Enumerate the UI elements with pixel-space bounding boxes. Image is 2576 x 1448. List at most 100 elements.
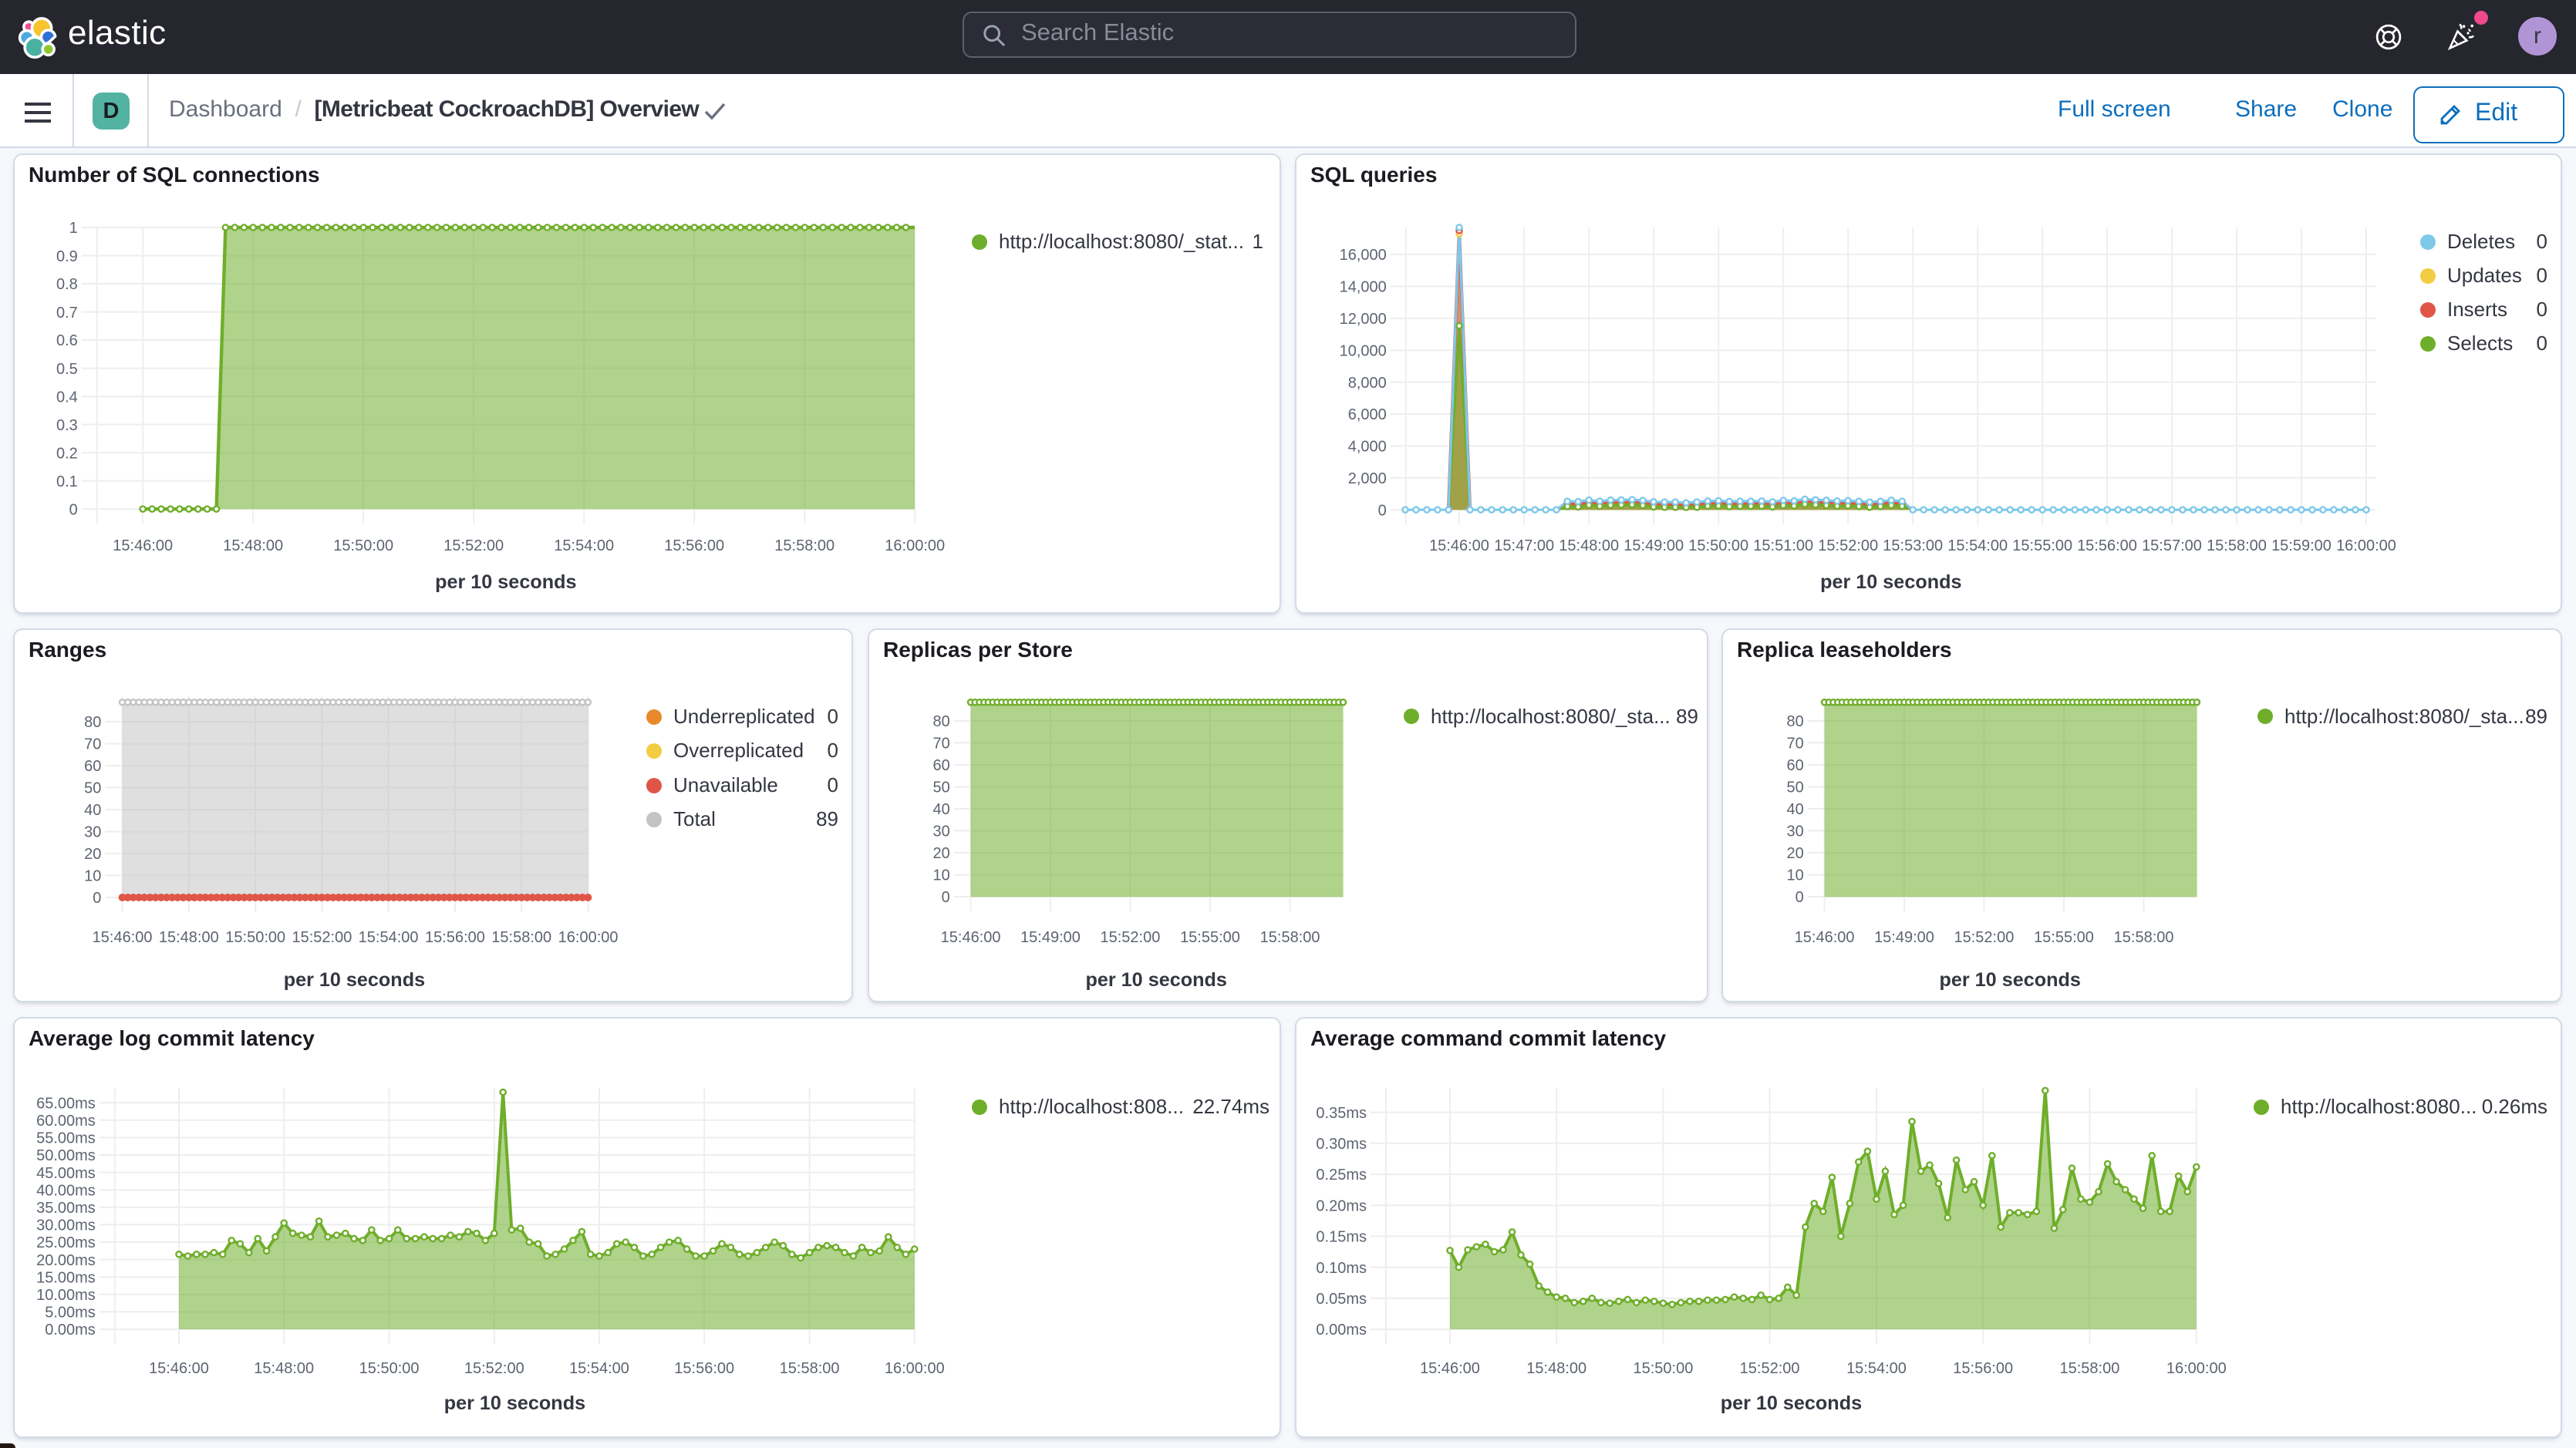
svg-text:50.00ms: 50.00ms: [36, 1147, 96, 1164]
svg-text:40: 40: [933, 801, 950, 818]
svg-text:10: 10: [84, 868, 101, 885]
svg-text:70: 70: [1787, 736, 1804, 753]
svg-text:15:48:00: 15:48:00: [159, 929, 219, 946]
svg-text:0.5: 0.5: [56, 361, 78, 378]
svg-text:15:48:00: 15:48:00: [223, 537, 283, 554]
svg-text:15:46:00: 15:46:00: [1420, 1360, 1480, 1377]
svg-text:0: 0: [69, 501, 78, 518]
svg-text:20.00ms: 20.00ms: [36, 1252, 96, 1269]
svg-text:0.30ms: 0.30ms: [1316, 1136, 1367, 1153]
svg-text:0.05ms: 0.05ms: [1316, 1291, 1367, 1308]
svg-text:15:50:00: 15:50:00: [1688, 537, 1748, 554]
svg-text:0.4: 0.4: [56, 389, 78, 406]
svg-text:16:00:00: 16:00:00: [885, 1360, 945, 1377]
svg-text:15:52:00: 15:52:00: [1954, 929, 2014, 946]
svg-text:per 10 seconds: per 10 seconds: [1721, 1392, 1862, 1414]
svg-text:35.00ms: 35.00ms: [36, 1200, 96, 1217]
svg-text:15:56:00: 15:56:00: [2077, 537, 2137, 554]
svg-text:15:49:00: 15:49:00: [1623, 537, 1684, 554]
svg-text:15:54:00: 15:54:00: [554, 537, 614, 554]
svg-text:15:50:00: 15:50:00: [333, 537, 393, 554]
svg-text:15:50:00: 15:50:00: [1633, 1360, 1693, 1377]
svg-text:20: 20: [84, 846, 101, 863]
svg-text:0: 0: [93, 890, 101, 907]
svg-text:15:58:00: 15:58:00: [774, 537, 835, 554]
svg-text:0.7: 0.7: [56, 305, 78, 322]
svg-text:15:46:00: 15:46:00: [1429, 537, 1489, 554]
svg-text:15:55:00: 15:55:00: [1180, 929, 1240, 946]
svg-text:25.00ms: 25.00ms: [36, 1234, 96, 1251]
svg-text:0.15ms: 0.15ms: [1316, 1229, 1367, 1246]
svg-text:15:58:00: 15:58:00: [491, 929, 551, 946]
svg-text:60: 60: [933, 757, 950, 774]
svg-text:15:46:00: 15:46:00: [941, 929, 1001, 946]
svg-text:0.2: 0.2: [56, 445, 78, 462]
svg-text:60: 60: [84, 758, 101, 775]
svg-text:15:52:00: 15:52:00: [1818, 537, 1878, 554]
svg-text:80: 80: [1787, 713, 1804, 730]
svg-text:15:55:00: 15:55:00: [2012, 537, 2072, 554]
svg-text:1: 1: [69, 220, 78, 237]
svg-text:per 10 seconds: per 10 seconds: [1939, 969, 2080, 991]
svg-text:80: 80: [84, 714, 101, 731]
svg-text:15:48:00: 15:48:00: [1559, 537, 1619, 554]
svg-text:0: 0: [1795, 889, 1804, 906]
svg-text:15:52:00: 15:52:00: [292, 929, 352, 946]
svg-text:15:48:00: 15:48:00: [1526, 1360, 1586, 1377]
svg-text:0: 0: [942, 889, 950, 906]
svg-text:50: 50: [1787, 780, 1804, 796]
svg-text:15:54:00: 15:54:00: [569, 1360, 629, 1377]
svg-text:30.00ms: 30.00ms: [36, 1217, 96, 1234]
svg-text:2,000: 2,000: [1348, 470, 1387, 487]
svg-text:15:54:00: 15:54:00: [359, 929, 419, 946]
svg-text:15:48:00: 15:48:00: [254, 1360, 314, 1377]
svg-text:per 10 seconds: per 10 seconds: [435, 571, 576, 593]
svg-text:15:50:00: 15:50:00: [359, 1360, 420, 1377]
svg-text:20: 20: [933, 845, 950, 862]
svg-text:0.00ms: 0.00ms: [45, 1322, 96, 1339]
svg-text:10: 10: [1787, 867, 1804, 884]
svg-text:50: 50: [933, 780, 950, 796]
svg-text:14,000: 14,000: [1340, 279, 1387, 296]
svg-text:0.3: 0.3: [56, 417, 78, 434]
svg-text:15:50:00: 15:50:00: [225, 929, 285, 946]
svg-text:55.00ms: 55.00ms: [36, 1130, 96, 1147]
svg-text:0.35ms: 0.35ms: [1316, 1105, 1367, 1122]
svg-text:10.00ms: 10.00ms: [36, 1287, 96, 1304]
svg-text:15:52:00: 15:52:00: [443, 537, 504, 554]
svg-text:15:52:00: 15:52:00: [1740, 1360, 1800, 1377]
svg-text:60: 60: [1787, 757, 1804, 774]
svg-text:15:46:00: 15:46:00: [113, 537, 173, 554]
svg-text:70: 70: [933, 736, 950, 753]
svg-text:4,000: 4,000: [1348, 439, 1387, 456]
svg-text:15:58:00: 15:58:00: [2059, 1360, 2119, 1377]
svg-text:15:46:00: 15:46:00: [1795, 929, 1855, 946]
svg-text:15:57:00: 15:57:00: [2142, 537, 2202, 554]
svg-text:40: 40: [84, 802, 101, 819]
svg-text:0.9: 0.9: [56, 248, 78, 265]
svg-text:15:46:00: 15:46:00: [149, 1360, 209, 1377]
svg-text:15:51:00: 15:51:00: [1753, 537, 1813, 554]
svg-text:15:52:00: 15:52:00: [1100, 929, 1160, 946]
svg-text:15:49:00: 15:49:00: [1020, 929, 1081, 946]
svg-text:0: 0: [1378, 502, 1387, 519]
svg-text:per 10 seconds: per 10 seconds: [1085, 969, 1226, 991]
svg-text:80: 80: [933, 713, 950, 730]
svg-text:0.25ms: 0.25ms: [1316, 1167, 1367, 1184]
svg-text:16:00:00: 16:00:00: [2166, 1360, 2227, 1377]
svg-text:0.20ms: 0.20ms: [1316, 1197, 1367, 1214]
svg-text:15:54:00: 15:54:00: [1846, 1360, 1907, 1377]
svg-text:16:00:00: 16:00:00: [2336, 537, 2396, 554]
svg-text:16:00:00: 16:00:00: [558, 929, 619, 946]
svg-text:12,000: 12,000: [1340, 311, 1387, 328]
svg-text:0.10ms: 0.10ms: [1316, 1260, 1367, 1277]
svg-text:15:47:00: 15:47:00: [1494, 537, 1554, 554]
svg-text:15:53:00: 15:53:00: [1883, 537, 1943, 554]
svg-text:15:55:00: 15:55:00: [2034, 929, 2094, 946]
svg-text:15:52:00: 15:52:00: [464, 1360, 524, 1377]
svg-text:15:56:00: 15:56:00: [664, 537, 724, 554]
svg-text:10: 10: [933, 867, 950, 884]
svg-text:0.6: 0.6: [56, 332, 78, 349]
svg-text:per 10 seconds: per 10 seconds: [284, 969, 425, 991]
svg-text:5.00ms: 5.00ms: [45, 1305, 96, 1322]
